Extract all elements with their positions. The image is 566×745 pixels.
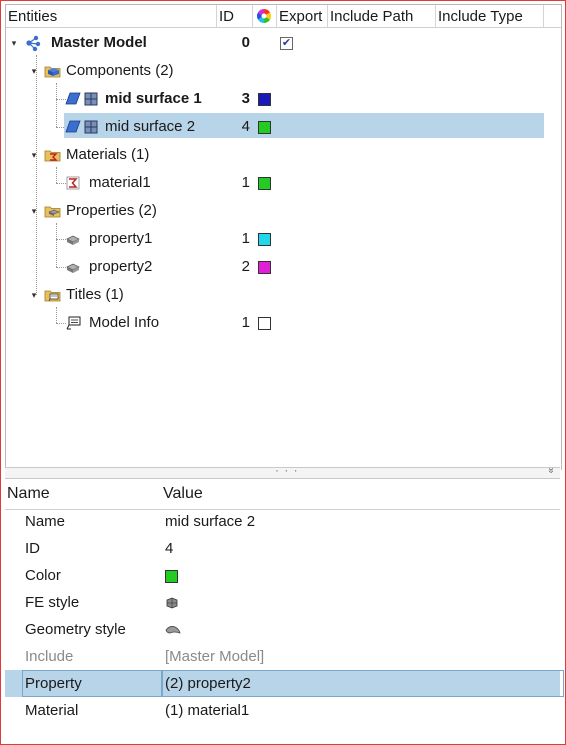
column-include-type[interactable]: Include Type — [436, 5, 544, 27]
prop-value[interactable]: (1) material1 — [165, 697, 249, 724]
prop-name: Include — [25, 648, 74, 665]
export-checkbox[interactable]: ✔ — [280, 37, 293, 50]
prop-row-property[interactable]: Property (2) property2 — [5, 670, 564, 697]
splitter-grip-icon: · · · — [275, 463, 299, 477]
panel-splitter[interactable]: · · · » — [5, 463, 560, 479]
model-hierarchy-icon — [26, 35, 41, 52]
color-swatch[interactable] — [258, 121, 271, 134]
column-color[interactable] — [253, 5, 277, 27]
titles-folder-icon — [44, 290, 61, 302]
tree-label: mid surface 1 — [105, 90, 202, 107]
tree-column-header: Entities ID Export Include Path Include … — [6, 5, 561, 28]
tree-id: 1 — [241, 314, 250, 331]
tree-label: Components (2) — [66, 62, 174, 79]
prop-name: Color — [25, 567, 61, 584]
tree-row-components[interactable]: ▾ Components (2) — [6, 58, 561, 84]
tree-label: Master Model — [51, 34, 147, 51]
prop-row-material[interactable]: Material (1) material1 — [5, 697, 560, 724]
tree-id: 2 — [241, 258, 250, 275]
tree-label: Model Info — [89, 314, 160, 331]
window-frame: Entities ID Export Include Path Include … — [0, 0, 566, 745]
color-swatch[interactable] — [258, 317, 271, 330]
color-swatch[interactable] — [258, 261, 271, 274]
tree-id: 4 — [241, 118, 250, 135]
prop-name: Property — [25, 675, 82, 692]
prop-row-name[interactable]: Name mid surface 2 — [5, 508, 560, 535]
prop-row-id[interactable]: ID 4 — [5, 535, 560, 562]
title-note-icon — [66, 316, 81, 330]
surface-icon — [65, 92, 81, 105]
prop-value[interactable]: 4 — [165, 535, 173, 562]
material-icon — [66, 176, 80, 190]
tree-label: material1 — [89, 174, 151, 191]
prop-row-color[interactable]: Color — [5, 562, 560, 589]
column-export[interactable]: Export — [277, 5, 328, 27]
collapse-arrow-icon[interactable]: ▾ — [29, 150, 39, 160]
prop-value: [Master Model] — [165, 648, 265, 665]
prop-row-geometry-style[interactable]: Geometry style — [5, 616, 560, 643]
tree-row-master-model[interactable]: ▾ Master Model 0 ✔ — [6, 30, 561, 56]
tree-row-material1[interactable]: material1 1 — [6, 170, 561, 196]
prop-row-fe-style[interactable]: FE style — [5, 589, 560, 616]
tree-label: property1 — [89, 230, 153, 247]
mesh-cube-icon — [84, 120, 98, 134]
mesh-cube-icon — [84, 92, 98, 106]
prop-name: FE style — [25, 594, 80, 611]
header-value: Value — [163, 485, 203, 502]
color-swatch[interactable] — [258, 233, 271, 246]
tree-row-titles[interactable]: ▾ Titles (1) — [6, 282, 561, 308]
tree-id: 1 — [241, 230, 250, 247]
fe-style-icon[interactable] — [165, 596, 179, 610]
color-swatch[interactable] — [165, 570, 178, 583]
prop-value[interactable]: mid surface 2 — [165, 508, 255, 535]
properties-folder-icon — [44, 206, 61, 218]
prop-name: ID — [25, 540, 40, 557]
column-id[interactable]: ID — [217, 5, 253, 27]
header-name: Name — [7, 485, 50, 502]
tree-label: property2 — [89, 258, 153, 275]
collapse-chevron-icon[interactable]: » — [546, 468, 557, 474]
column-entities[interactable]: Entities — [6, 5, 217, 27]
tree-label: Titles (1) — [66, 286, 124, 303]
collapse-arrow-icon[interactable]: ▾ — [29, 290, 39, 300]
properties-header: Name Value — [5, 479, 560, 510]
property-icon — [66, 263, 80, 273]
tree-row-materials[interactable]: ▾ Materials (1) — [6, 142, 561, 168]
color-swatch[interactable] — [258, 177, 271, 190]
property-icon — [66, 235, 80, 245]
materials-folder-icon — [44, 150, 61, 162]
entity-tree-panel: Entities ID Export Include Path Include … — [5, 4, 562, 470]
components-folder-icon — [44, 66, 61, 78]
tree-row-properties[interactable]: ▾ Properties (2) — [6, 198, 561, 224]
prop-name: Name — [25, 513, 66, 530]
prop-row-include[interactable]: Include [Master Model] — [5, 643, 560, 670]
prop-name: Material — [25, 702, 79, 719]
tree-id: 1 — [241, 174, 250, 191]
geometry-style-icon[interactable] — [165, 624, 181, 636]
column-include-path[interactable]: Include Path — [328, 5, 436, 27]
collapse-arrow-icon[interactable]: ▾ — [9, 38, 19, 48]
tree-row-mid-surface-2[interactable]: mid surface 2 4 — [6, 114, 561, 140]
tree-row-model-info[interactable]: Model Info 1 — [6, 310, 561, 336]
tree-row-property1[interactable]: property1 1 — [6, 226, 561, 252]
color-swatch[interactable] — [258, 93, 271, 106]
tree-id: 0 — [241, 34, 250, 51]
properties-panel: Name Value Name mid surface 2 ID 4 Color… — [5, 479, 564, 741]
prop-name: Geometry style — [25, 621, 126, 638]
tree-row-property2[interactable]: property2 2 — [6, 254, 561, 280]
prop-value[interactable]: (2) property2 — [165, 670, 251, 697]
color-wheel-icon — [257, 9, 271, 23]
collapse-arrow-icon[interactable]: ▾ — [29, 206, 39, 216]
tree-row-mid-surface-1[interactable]: mid surface 1 3 — [6, 86, 561, 112]
tree-label: mid surface 2 — [105, 118, 196, 135]
surface-icon — [65, 120, 81, 133]
collapse-arrow-icon[interactable]: ▾ — [29, 66, 39, 76]
tree-label: Properties (2) — [66, 202, 157, 219]
tree-label: Materials (1) — [66, 146, 150, 163]
tree-id: 3 — [241, 90, 250, 107]
